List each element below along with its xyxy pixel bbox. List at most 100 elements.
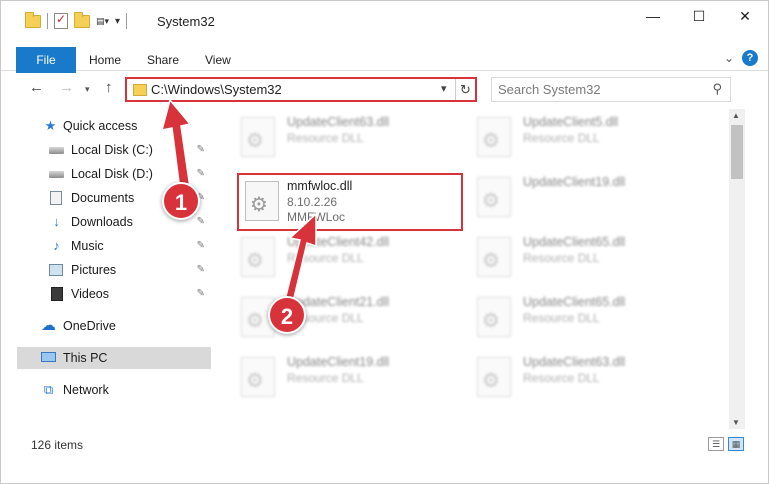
pin-icon[interactable]: ✎: [197, 139, 205, 161]
sidebar-item-label: Documents: [71, 191, 135, 205]
sidebar-item-label: OneDrive: [63, 319, 116, 333]
file-tile[interactable]: UpdateClient65.dll Resource DLL: [467, 229, 697, 285]
videos-icon: [51, 287, 63, 301]
sidebar-item-quick-access[interactable]: ★ Quick access: [17, 115, 211, 137]
sidebar-item-onedrive[interactable]: ☁ OneDrive: [17, 315, 211, 337]
sidebar-item-pictures[interactable]: Pictures ✎: [17, 259, 211, 281]
file-tile[interactable]: UpdateClient21.dll Resource DLL: [231, 289, 461, 345]
file-description: Resource DLL: [523, 251, 600, 265]
sidebar-item-network[interactable]: ⧉ Network: [17, 379, 211, 401]
details-view-icon[interactable]: ☰: [708, 437, 724, 451]
file-tile[interactable]: UpdateClient19.dll: [467, 169, 697, 225]
drive-icon: [49, 171, 64, 178]
tiles-view-icon[interactable]: ▦: [728, 437, 744, 451]
pin-icon[interactable]: ✎: [197, 235, 205, 257]
step-1-callout: 1: [162, 182, 200, 220]
navigation-pane: ★ Quick access Local Disk (C:) ✎ Local D…: [17, 113, 213, 429]
file-name: UpdateClient63.dll: [287, 115, 390, 129]
sidebar-item-label: Local Disk (C:): [71, 143, 153, 157]
sidebar-item-videos[interactable]: Videos ✎: [17, 283, 211, 305]
file-description: Resource DLL: [523, 311, 600, 325]
file-tile[interactable]: UpdateClient19.dll Resource DLL: [231, 349, 461, 405]
toolbar-dropdown-icon[interactable]: ▾: [115, 16, 120, 27]
dll-file-icon: [477, 357, 511, 397]
dll-file-icon: [477, 117, 511, 157]
help-icon[interactable]: ?: [742, 50, 758, 66]
dll-file-icon: [477, 177, 511, 217]
search-icon[interactable]: ⚲: [712, 81, 722, 97]
file-description: Resource DLL: [287, 251, 364, 265]
tab-file[interactable]: File: [16, 47, 76, 73]
scroll-thumb[interactable]: [731, 125, 743, 179]
forward-button[interactable]: →: [59, 79, 74, 96]
file-list: UpdateClient63.dll Resource DLL UpdateCl…: [221, 109, 729, 429]
properties-icon[interactable]: [54, 12, 68, 29]
refresh-button[interactable]: ↻: [455, 79, 475, 100]
file-tile[interactable]: UpdateClient63.dll Resource DLL: [231, 109, 461, 165]
recent-locations-button[interactable]: ▾: [85, 84, 90, 95]
item-count: 126 items: [31, 438, 84, 452]
cloud-icon: ☁: [41, 317, 56, 334]
sidebar-item-label: This PC: [63, 351, 108, 365]
pin-icon[interactable]: ✎: [197, 259, 205, 281]
minimize-button[interactable]: —: [630, 1, 676, 31]
sidebar-item-label: Local Disk (D:): [71, 167, 153, 181]
file-description: Resource DLL: [287, 371, 364, 385]
ribbon-controls: ⌄ ?: [724, 50, 758, 66]
scroll-down-icon[interactable]: ▼: [732, 418, 740, 427]
dll-file-icon: [241, 357, 275, 397]
new-folder-icon[interactable]: [74, 11, 90, 28]
sidebar-item-label: Network: [63, 383, 109, 397]
file-tile[interactable]: UpdateClient65.dll Resource DLL: [467, 289, 697, 345]
sidebar-item-label: Pictures: [71, 263, 117, 277]
file-description: MMFWLoc: [287, 210, 345, 224]
dll-file-icon: [241, 117, 275, 157]
folder-icon: [25, 11, 41, 28]
sidebar-item-label: Downloads: [71, 215, 133, 229]
scroll-up-icon[interactable]: ▲: [732, 111, 740, 120]
back-button[interactable]: ←: [29, 79, 44, 96]
status-bar: 126 items ☰ ▦: [1, 433, 768, 457]
file-name: UpdateClient5.dll: [523, 115, 619, 129]
sidebar-item-this-pc[interactable]: This PC: [17, 347, 211, 369]
pin-icon[interactable]: ✎: [197, 211, 205, 233]
window-controls: — ☐ ✕: [630, 1, 768, 31]
dll-file-icon: [241, 237, 275, 277]
sidebar-item-label: Quick access: [63, 119, 138, 133]
tab-view[interactable]: View: [205, 49, 231, 71]
chevron-down-icon[interactable]: ⌄: [724, 51, 734, 65]
address-dropdown-icon[interactable]: ▾: [441, 82, 447, 95]
dll-file-icon: [245, 181, 279, 221]
address-bar[interactable]: C:\Windows\System32 ▾ ↻: [125, 77, 477, 102]
download-icon: ↓: [53, 214, 60, 229]
file-tile[interactable]: UpdateClient5.dll Resource DLL: [467, 109, 697, 165]
search-box[interactable]: ⚲: [491, 77, 731, 102]
file-tile[interactable]: UpdateClient63.dll Resource DLL: [467, 349, 697, 405]
maximize-button[interactable]: ☐: [676, 1, 722, 31]
window-title: System32: [157, 14, 215, 29]
customize-toolbar-icon[interactable]: ▤▾: [96, 16, 109, 27]
file-description: Resource DLL: [523, 371, 600, 385]
address-path[interactable]: C:\Windows\System32: [151, 82, 282, 97]
up-button[interactable]: ↑: [105, 79, 113, 96]
highlighted-file-tile[interactable]: mmfwloc.dll 8.10.2.26 MMFWLoc: [237, 173, 463, 231]
file-name: UpdateClient63.dll: [523, 355, 626, 369]
pin-icon[interactable]: ✎: [197, 283, 205, 305]
ribbon: File Home Share View ⌄ ?: [1, 45, 768, 73]
close-button[interactable]: ✕: [722, 1, 768, 31]
search-input[interactable]: [498, 79, 698, 100]
step-2-callout: 2: [268, 296, 306, 334]
file-name: UpdateClient19.dll: [287, 355, 390, 369]
music-icon: ♪: [53, 238, 60, 253]
vertical-scrollbar[interactable]: ▲ ▼: [729, 109, 745, 429]
tab-share[interactable]: Share: [147, 49, 179, 71]
computer-icon: [41, 352, 56, 362]
sidebar-item-local-disk-c[interactable]: Local Disk (C:) ✎: [17, 139, 211, 161]
pin-icon[interactable]: ✎: [197, 163, 205, 185]
documents-icon: [50, 191, 62, 205]
folder-icon: [133, 84, 147, 96]
sidebar-item-music[interactable]: ♪ Music ✎: [17, 235, 211, 257]
file-tile[interactable]: UpdateClient42.dll Resource DLL: [231, 229, 461, 285]
tab-home[interactable]: Home: [89, 49, 121, 71]
file-name: UpdateClient42.dll: [287, 235, 390, 249]
